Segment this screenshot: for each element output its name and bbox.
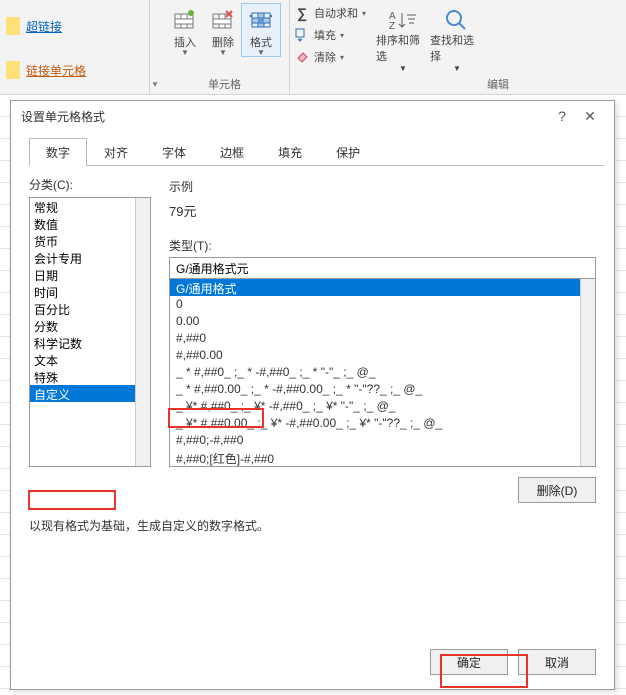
chevron-down-icon: ▾ (340, 53, 344, 62)
chevron-down-icon: ▼ (181, 50, 189, 56)
tab-protection[interactable]: 保护 (319, 138, 377, 166)
category-item[interactable]: 文本 (30, 351, 150, 368)
category-item[interactable]: 日期 (30, 266, 150, 283)
cancel-button[interactable]: 取消 (518, 649, 596, 675)
category-item[interactable]: 常规 (30, 198, 150, 215)
format-button[interactable]: 格式 ▼ (242, 4, 280, 56)
type-list-item[interactable]: 0.00 (170, 313, 595, 330)
tab-border[interactable]: 边框 (203, 138, 261, 166)
sample-value: 79元 (169, 201, 596, 221)
tab-font[interactable]: 字体 (145, 138, 203, 166)
category-item[interactable]: 百分比 (30, 300, 150, 317)
type-list-item[interactable]: #,##0 (170, 330, 595, 347)
style-hyperlink[interactable]: 超链接 (6, 4, 143, 48)
style-swatch (6, 17, 20, 35)
category-listbox[interactable]: 常规数值货币会计专用日期时间百分比分数科学记数文本特殊自定义 (29, 197, 151, 467)
svg-text:Z: Z (389, 21, 395, 31)
eraser-icon (294, 49, 310, 65)
format-icon (249, 8, 273, 32)
dialog-title: 设置单元格格式 (21, 108, 105, 125)
category-label: 分类(C): (29, 176, 151, 193)
style-swatch (6, 61, 20, 79)
tab-fill[interactable]: 填充 (261, 138, 319, 166)
fill-down-icon (294, 27, 310, 43)
chevron-down-icon: ▾ (362, 9, 366, 18)
category-item[interactable]: 特殊 (30, 368, 150, 385)
type-label: 类型(T): (169, 237, 596, 254)
type-list-item[interactable]: _ ¥* #,##0.00_ ;_ ¥* -#,##0.00_ ;_ ¥* "-… (170, 415, 595, 432)
type-list-item[interactable]: #,##0.00 (170, 347, 595, 364)
delete-button[interactable]: 删除 ▼ (204, 4, 242, 56)
type-list-item[interactable]: _ ¥* #,##0_ ;_ ¥* -#,##0_ ;_ ¥* "-"_ ;_ … (170, 398, 595, 415)
styles-more-arrow[interactable]: ▾ (150, 0, 160, 94)
insert-icon (173, 8, 197, 32)
style-linked-cell[interactable]: 链接单元格 (6, 48, 143, 92)
chevron-down-icon: ▼ (219, 50, 227, 56)
chevron-down-icon: ▼ (453, 64, 461, 73)
ribbon: 超链接 链接单元格 ▾ 插入 ▼ 删除 ▼ (0, 0, 626, 95)
tab-alignment[interactable]: 对齐 (87, 138, 145, 166)
delete-icon (211, 8, 235, 32)
type-list-item[interactable]: G/通用格式 (170, 279, 595, 296)
category-item[interactable]: 分数 (30, 317, 150, 334)
category-item[interactable]: 会计专用 (30, 249, 150, 266)
category-item[interactable]: 自定义 (30, 385, 150, 402)
type-list-item[interactable]: #,##0;[红色]-#,##0 (170, 449, 595, 466)
dialog-tabs: 数字 对齐 字体 边框 填充 保护 (29, 137, 604, 166)
style-hyperlink-label: 超链接 (26, 18, 62, 35)
type-list-item[interactable]: #,##0;-#,##0 (170, 432, 595, 449)
hint-text: 以现有格式为基础，生成自定义的数字格式。 (11, 503, 614, 534)
chevron-down-icon: ▾ (340, 31, 344, 40)
chevron-down-icon: ▼ (257, 50, 265, 56)
category-item[interactable]: 时间 (30, 283, 150, 300)
delete-format-button[interactable]: 删除(D) (518, 477, 596, 503)
cells-group-label: 单元格 (160, 76, 289, 94)
magnifier-icon (443, 8, 471, 32)
insert-button[interactable]: 插入 ▼ (166, 4, 204, 56)
category-item[interactable]: 货币 (30, 232, 150, 249)
find-select-button[interactable]: 查找和选择 ▼ (430, 4, 484, 73)
type-list-item[interactable]: _ * #,##0.00_ ;_ * -#,##0.00_ ;_ * "-"??… (170, 381, 595, 398)
category-item[interactable]: 科学记数 (30, 334, 150, 351)
chevron-down-icon: ▼ (399, 64, 407, 73)
type-list-item[interactable]: _ * #,##0_ ;_ * -#,##0_ ;_ * "-"_ ;_ @_ (170, 364, 595, 381)
sigma-icon: ∑ (294, 5, 310, 21)
sample-label: 示例 (169, 178, 596, 195)
category-item[interactable]: 数值 (30, 215, 150, 232)
sort-filter-icon: AZ (389, 8, 417, 32)
format-cells-dialog: 设置单元格格式 ? ✕ 数字 对齐 字体 边框 填充 保护 分类(C): 常规数… (10, 100, 615, 690)
ok-button[interactable]: 确定 (430, 649, 508, 675)
styles-gallery[interactable]: 超链接 链接单元格 (0, 0, 150, 94)
autosum-button[interactable]: ∑ 自动求和 ▾ (294, 4, 366, 22)
dialog-titlebar[interactable]: 设置单元格格式 ? ✕ (11, 101, 614, 131)
type-input[interactable] (169, 257, 596, 279)
sort-filter-button[interactable]: AZ 排序和筛选 ▼ (376, 4, 430, 73)
tab-number[interactable]: 数字 (29, 138, 87, 166)
help-button[interactable]: ? (548, 108, 576, 124)
edit-group-label: 编辑 (370, 76, 626, 94)
fill-button[interactable]: 填充 ▾ (294, 26, 366, 44)
style-linked-cell-label: 链接单元格 (26, 62, 86, 79)
type-list-item[interactable]: 0 (170, 296, 595, 313)
close-button[interactable]: ✕ (576, 108, 604, 125)
clear-button[interactable]: 清除 ▾ (294, 48, 366, 66)
type-listbox[interactable]: G/通用格式00.00#,##0#,##0.00_ * #,##0_ ;_ * … (169, 279, 596, 467)
